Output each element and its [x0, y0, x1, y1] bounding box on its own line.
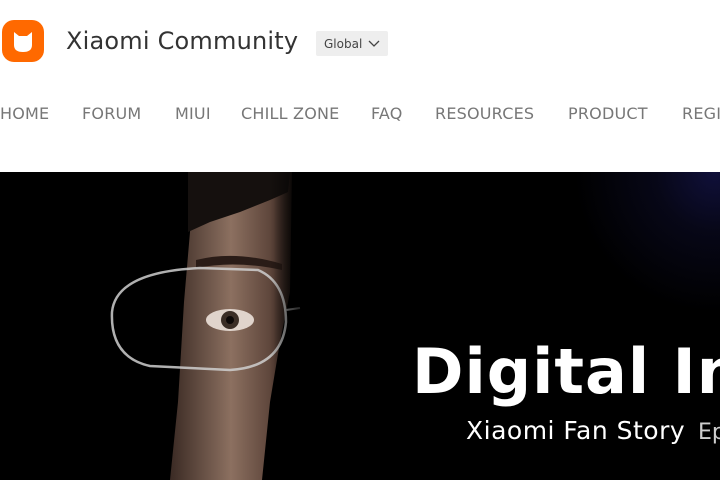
site-header: Xiaomi Community Global HOME FORUM MIUI …: [0, 0, 720, 172]
main-nav: HOME FORUM MIUI CHILL ZONE FAQ RESOURCES…: [0, 104, 720, 126]
region-selector[interactable]: Global: [316, 31, 389, 56]
nav-item-region[interactable]: REGI: [682, 104, 720, 123]
site-title[interactable]: Xiaomi Community: [66, 27, 298, 55]
nav-item-chill-zone[interactable]: CHILL ZONE: [241, 104, 339, 123]
chevron-down-icon: [368, 37, 380, 51]
banner-title: Digital Ink: [412, 335, 720, 408]
nav-item-faq[interactable]: FAQ: [371, 104, 403, 123]
nav-item-product[interactable]: PRODUCT: [568, 104, 648, 123]
nav-item-forum[interactable]: FORUM: [82, 104, 141, 123]
banner-episode-label: Ep: [698, 420, 720, 445]
banner-subtitle: Xiaomi Fan Story: [466, 416, 686, 445]
nav-item-miui[interactable]: MIUI: [175, 104, 211, 123]
nav-item-home[interactable]: HOME: [0, 104, 49, 123]
nav-item-resources[interactable]: RESOURCES: [435, 104, 534, 123]
region-label: Global: [324, 36, 363, 51]
mi-logo-icon[interactable]: [2, 20, 44, 62]
hero-banner[interactable]: Digital Ink Xiaomi Fan Story Ep: [0, 172, 720, 480]
